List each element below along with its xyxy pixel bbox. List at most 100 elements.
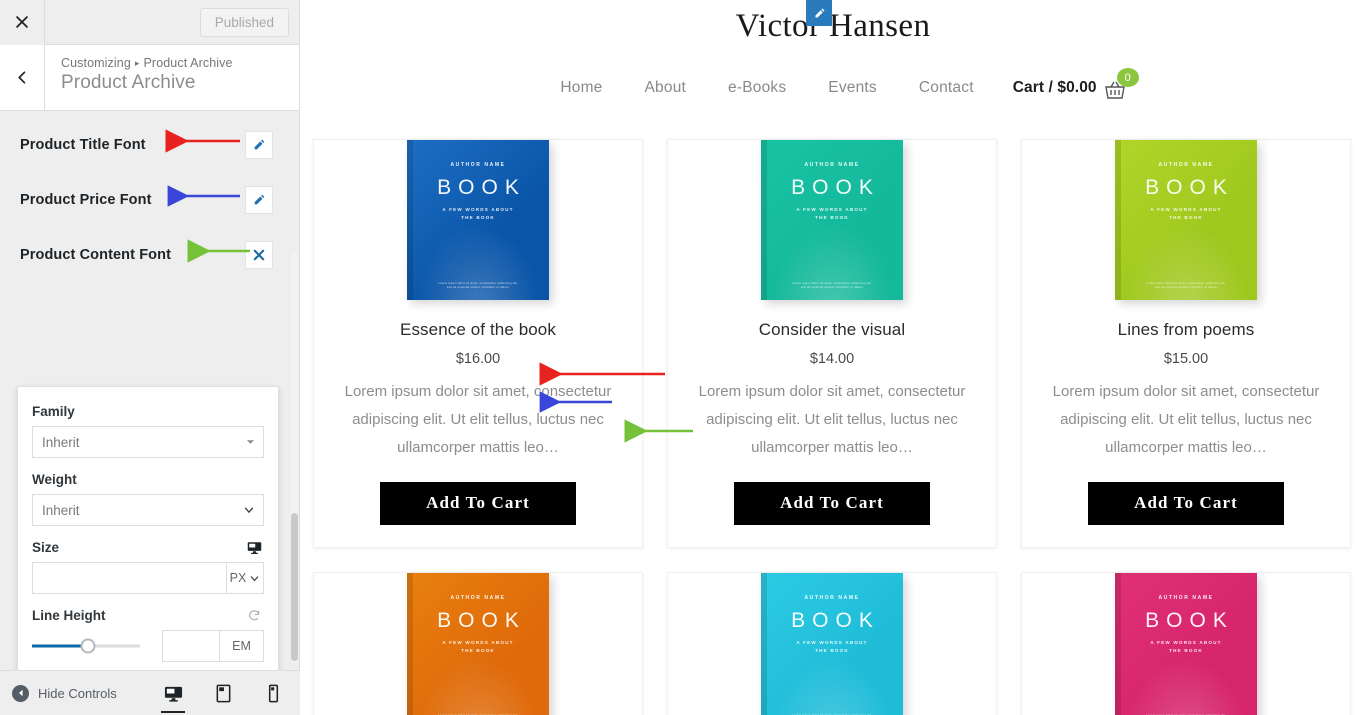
nav-item-about[interactable]: About — [645, 79, 687, 97]
cover-artwork — [1115, 644, 1257, 715]
cover-book-text: BOOK — [791, 608, 880, 632]
control-row-product-price-font: Product Price Font — [0, 172, 300, 227]
cover-subtitle-text: A FEW WORDS ABOUT THE BOOK — [1150, 639, 1222, 653]
cover-author-text: AUTHOR NAME — [1158, 162, 1214, 168]
sidebar-scrollbar[interactable] — [291, 253, 298, 663]
cover-subtitle-text: A FEW WORDS ABOUT THE BOOK — [796, 207, 868, 221]
add-to-cart-button[interactable]: Add To Cart — [380, 481, 576, 525]
chevron-left-icon — [17, 71, 25, 84]
product-cover-wrap: AUTHOR NAME BOOK A FEW WORDS ABOUT THE BOOK… — [336, 572, 620, 715]
edit-product-price-font-button[interactable] — [245, 185, 273, 214]
chevron-down-icon — [243, 504, 255, 516]
family-value: Inherit — [42, 434, 80, 450]
site-preview: Victor Hansen Home About e-Books Events … — [300, 0, 1366, 715]
product-title[interactable]: Essence of the book — [336, 320, 620, 340]
cover-subtitle-text: A FEW WORDS ABOUT THE BOOK — [442, 639, 514, 653]
product-cover-image[interactable]: AUTHOR NAME BOOK A FEW WORDS ABOUT THE BOOK… — [407, 140, 549, 300]
product-cover-image[interactable]: AUTHOR NAME BOOK A FEW WORDS ABOUT THE BOOK… — [407, 572, 549, 715]
family-select[interactable]: Inherit — [32, 426, 264, 458]
close-x-icon — [253, 249, 265, 260]
product-card[interactable]: AUTHOR NAME BOOK A FEW WORDS ABOUT THE BOOK… — [1021, 571, 1351, 715]
device-desktop-button[interactable] — [160, 674, 186, 714]
pencil-icon — [254, 139, 265, 149]
chevron-down-icon — [251, 575, 259, 581]
size-unit-select[interactable]: PX — [227, 562, 264, 594]
line-height-reset-icon[interactable] — [245, 606, 263, 624]
product-price: $16.00 — [455, 351, 501, 367]
nav-item-ebooks[interactable]: e-Books — [728, 79, 786, 97]
customizer-footer: Hide Controls — [0, 670, 300, 715]
customizer-sidebar: Published Customizing ▸ Product Archive Pr… — [0, 0, 300, 715]
cart-count-badge: 0 — [1116, 68, 1139, 87]
caret-left-circle-icon — [12, 684, 29, 702]
product-title[interactable]: Consider the visual — [690, 320, 974, 340]
publish-button[interactable]: Published — [199, 8, 289, 37]
sidebar-scrollbar-thumb[interactable] — [291, 513, 298, 661]
add-to-cart-button[interactable]: Add To Cart — [1088, 481, 1284, 525]
cover-author-text: AUTHOR NAME — [450, 594, 506, 601]
product-cover-image[interactable]: AUTHOR NAME BOOK A FEW WORDS ABOUT THE BOOK… — [761, 140, 903, 300]
cover-subtitle-text: A FEW WORDS ABOUT THE BOOK — [442, 207, 514, 221]
product-cover-image[interactable]: AUTHOR NAME BOOK A FEW WORDS ABOUT THE BOOK… — [761, 572, 903, 715]
size-input[interactable] — [32, 562, 227, 594]
device-tablet-button[interactable] — [210, 674, 236, 714]
close-customizer-button[interactable] — [0, 0, 45, 45]
product-title[interactable]: Lines from poems — [1044, 320, 1328, 340]
size-device-desktop-icon[interactable] — [245, 538, 263, 556]
line-height-slider[interactable] — [32, 630, 140, 662]
nav-item-home[interactable]: Home — [560, 79, 602, 97]
cover-footer-text: Lorem ipsum dolor sit amet, consectetur … — [792, 281, 872, 290]
close-product-content-font-button[interactable] — [245, 240, 273, 269]
product-grid: AUTHOR NAME BOOK A FEW WORDS ABOUT THE BOOK… — [300, 124, 1366, 715]
family-label: Family — [32, 404, 75, 419]
edit-product-title-font-button[interactable] — [245, 130, 273, 159]
size-unit-value: PX — [229, 571, 247, 585]
product-card[interactable]: AUTHOR NAME BOOK A FEW WORDS ABOUT THE BOOK… — [1021, 139, 1351, 548]
cover-author-text: AUTHOR NAME — [804, 162, 860, 168]
product-cover-wrap: AUTHOR NAME BOOK A FEW WORDS ABOUT THE BOOK… — [690, 572, 974, 715]
product-price: $15.00 — [1163, 351, 1209, 367]
product-card[interactable]: AUTHOR NAME BOOK A FEW WORDS ABOUT THE BOOK… — [313, 139, 643, 548]
slider-knob[interactable] — [80, 638, 96, 654]
control-label-product-content-font: Product Content Font — [20, 246, 172, 263]
shopping-basket-icon: 0 — [1103, 68, 1139, 103]
product-card[interactable]: AUTHOR NAME BOOK A FEW WORDS ABOUT THE BOOK… — [313, 571, 643, 715]
size-label: Size — [32, 540, 60, 555]
nav-item-events[interactable]: Events — [828, 79, 877, 97]
breadcrumb-parent[interactable]: Customizing — [61, 56, 131, 70]
cover-artwork — [407, 644, 549, 715]
product-cover-wrap: AUTHOR NAME BOOK A FEW WORDS ABOUT THE BOOK… — [1044, 572, 1328, 715]
cover-subtitle-text: A FEW WORDS ABOUT THE BOOK — [796, 639, 868, 653]
control-label-product-price-font: Product Price Font — [20, 191, 152, 208]
product-cover-image[interactable]: AUTHOR NAME BOOK A FEW WORDS ABOUT THE BOOK… — [1115, 572, 1257, 715]
mobile-icon — [268, 684, 278, 703]
product-description: Lorem ipsum dolor sit amet, consectetur … — [344, 383, 612, 457]
product-price: $14.00 — [809, 351, 855, 367]
field-line-height: Line Height EM — [32, 608, 264, 662]
product-card[interactable]: AUTHOR NAME BOOK A FEW WORDS ABOUT THE BOOK… — [667, 139, 997, 548]
product-cover-image[interactable]: AUTHOR NAME BOOK A FEW WORDS ABOUT THE BOOK… — [1115, 140, 1257, 300]
cover-footer-text: Lorem ipsum dolor sit amet, consectetur … — [1146, 281, 1226, 290]
nav-item-contact[interactable]: Contact — [919, 79, 974, 97]
desktop-icon — [164, 686, 182, 702]
line-height-input[interactable] — [162, 630, 220, 662]
cover-subtitle-text: A FEW WORDS ABOUT THE BOOK — [1150, 207, 1222, 221]
field-family: Family Inherit — [32, 404, 264, 458]
breadcrumb: Customizing ▸ Product Archive — [61, 56, 233, 70]
hide-controls-button[interactable]: Hide Controls — [0, 684, 117, 702]
customizer-topbar: Published — [0, 0, 299, 45]
cart-link[interactable]: Cart / $0.00 0 — [1013, 68, 1139, 103]
tablet-icon — [216, 684, 230, 703]
cover-footer-text: Lorem ipsum dolor sit amet, consectetur … — [438, 281, 518, 290]
cover-book-text: BOOK — [791, 176, 880, 199]
device-mobile-button[interactable] — [260, 674, 286, 714]
weight-select[interactable]: Inherit — [32, 494, 264, 526]
back-button[interactable] — [0, 45, 45, 110]
edit-site-title-badge[interactable] — [806, 0, 832, 26]
weight-value: Inherit — [42, 502, 80, 518]
hide-controls-label: Hide Controls — [38, 685, 117, 701]
product-card[interactable]: AUTHOR NAME BOOK A FEW WORDS ABOUT THE BOOK… — [667, 571, 997, 715]
add-to-cart-button[interactable]: Add To Cart — [734, 481, 930, 525]
cover-book-text: BOOK — [1145, 176, 1234, 199]
site-title-area: Victor Hansen — [300, 0, 1366, 52]
